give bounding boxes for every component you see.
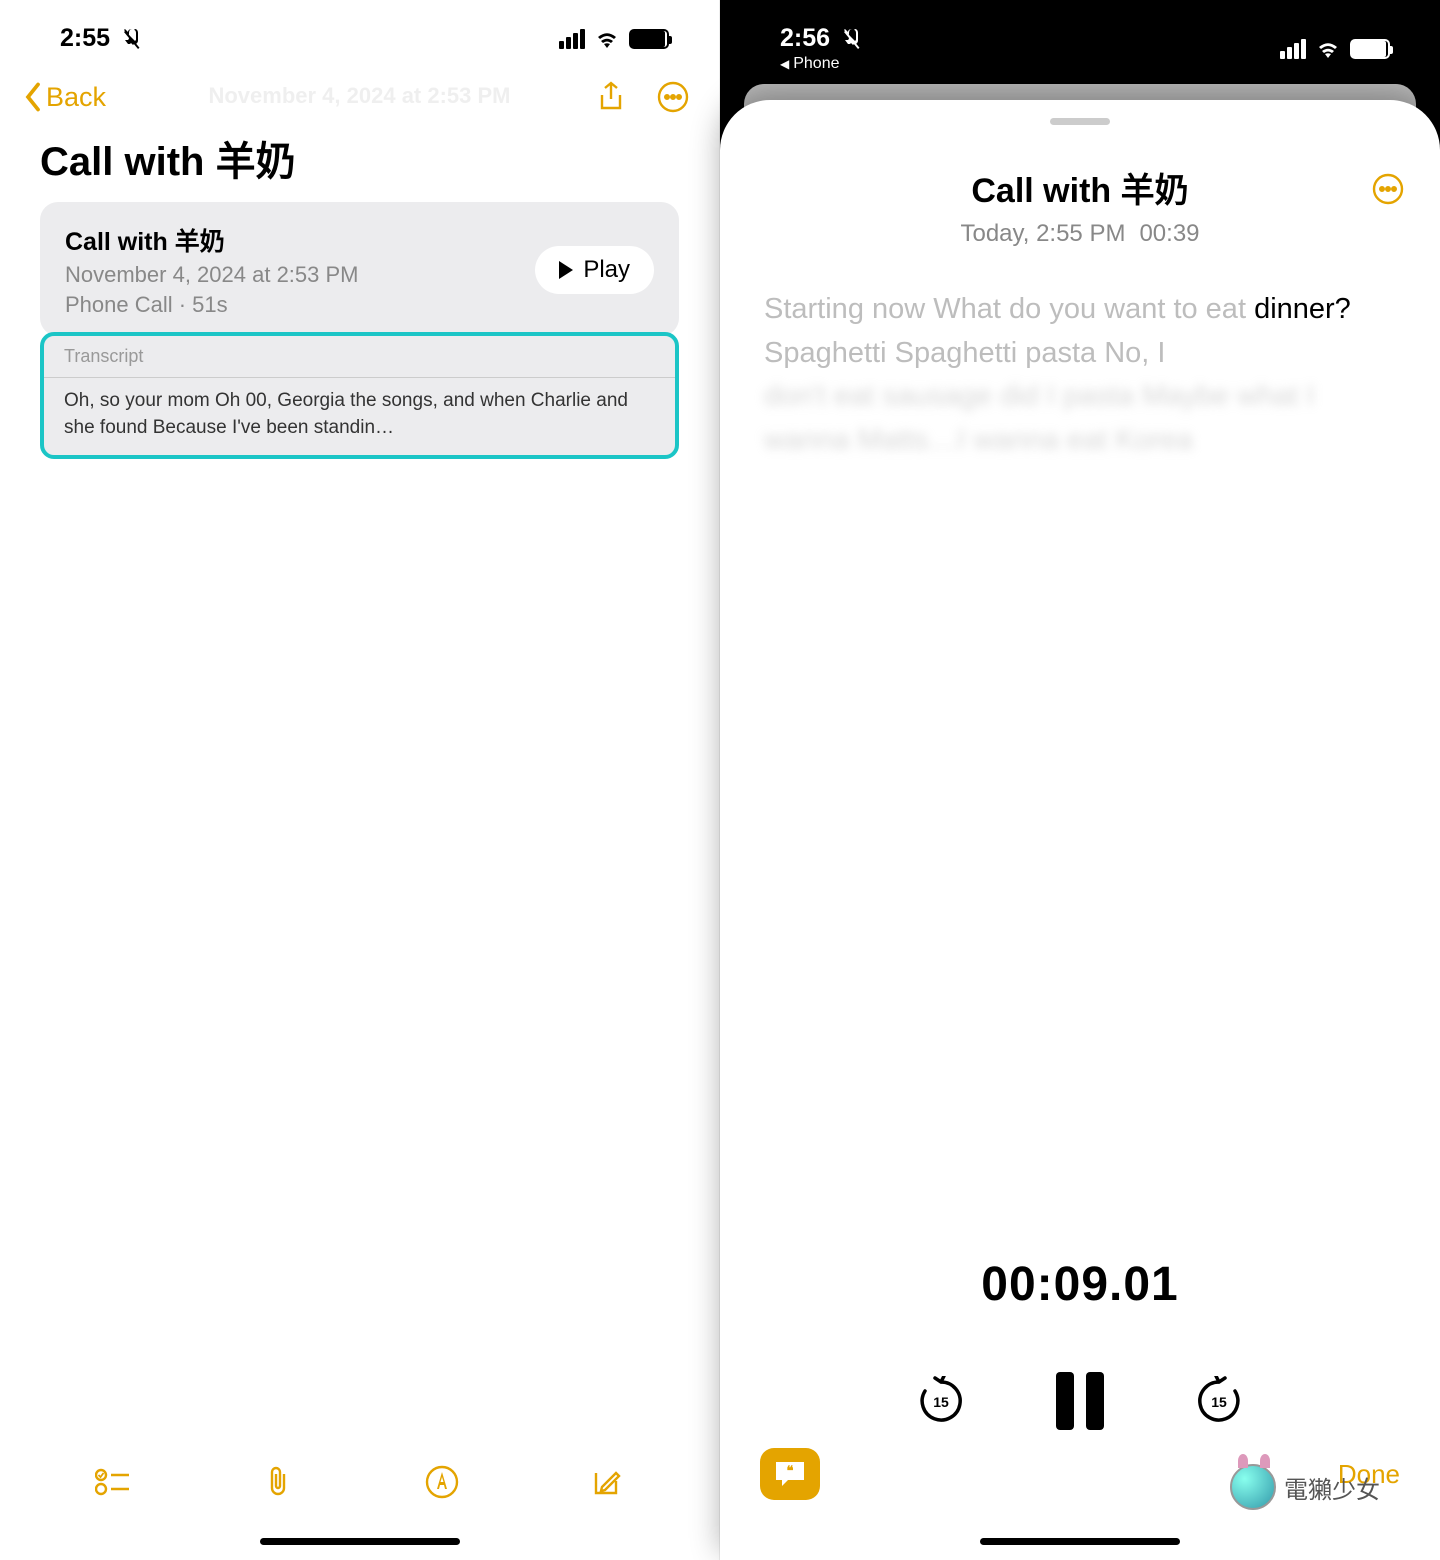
sheet-grabber[interactable] — [1050, 118, 1110, 125]
page-title: Call with 羊奶 — [0, 119, 719, 202]
transcript-active-word: dinner? — [1254, 293, 1351, 325]
watermark-avatar — [1230, 1464, 1276, 1510]
status-time: 2:55 — [60, 24, 110, 53]
play-icon — [559, 261, 573, 279]
compose-icon[interactable] — [590, 1465, 624, 1499]
playback-controls: 00:09.01 15 15 — [720, 1257, 1440, 1430]
transcript-blurred-line: don't eat sausage did I pasta Maybe what… — [764, 375, 1396, 462]
transcript-player-screen: 2:56 ◀ Phone Call with 羊奶 Today, 2:55 PM… — [720, 0, 1440, 1560]
quote-button[interactable]: ❝ — [760, 1448, 820, 1500]
watermark: 電獺少女 — [1230, 1464, 1380, 1510]
signal-icon — [1280, 39, 1306, 59]
mute-icon — [120, 27, 144, 51]
watermark-text: 電獺少女 — [1284, 1470, 1380, 1505]
transcript-sheet: Call with 羊奶 Today, 2:55 PM 00:39 Starti… — [720, 100, 1440, 1560]
status-bar: 2:56 ◀ Phone — [720, 0, 1440, 81]
card-meta: Phone Call · 51s — [65, 292, 535, 318]
playback-time: 00:09.01 — [720, 1257, 1440, 1312]
svg-text:❝: ❝ — [787, 1463, 794, 1478]
sheet-duration: 00:39 — [1139, 220, 1199, 248]
back-app-label: Phone — [793, 55, 839, 73]
transcript-card[interactable]: Transcript Oh, so your mom Oh 00, Georgi… — [40, 332, 679, 459]
notes-screen: 2:55 Back November 4, 2024 at 2:53 PM Ca… — [0, 0, 720, 1560]
attachment-icon[interactable] — [262, 1464, 294, 1500]
more-icon[interactable] — [1372, 173, 1404, 205]
signal-icon — [559, 29, 585, 49]
pause-button[interactable] — [1056, 1372, 1104, 1430]
checklist-icon[interactable] — [95, 1467, 131, 1497]
wifi-icon — [595, 30, 619, 48]
status-time: 2:56 — [780, 24, 830, 53]
transcript-before: Starting now What do you want to eat — [764, 293, 1254, 325]
status-bar: 2:55 — [0, 0, 719, 61]
transcript-after-1: Spaghetti Spaghetti pasta No, I — [764, 337, 1165, 369]
faded-date: November 4, 2024 at 2:53 PM — [0, 83, 719, 109]
play-button[interactable]: Play — [535, 246, 654, 294]
sheet-date: Today, 2:55 PM — [960, 220, 1125, 248]
recording-card[interactable]: Call with 羊奶 November 4, 2024 at 2:53 PM… — [40, 202, 679, 336]
transcript-text[interactable]: Starting now What do you want to eat din… — [720, 258, 1440, 492]
battery-icon — [629, 29, 669, 49]
card-title: Call with 羊奶 — [65, 222, 535, 258]
markup-icon[interactable] — [425, 1465, 459, 1499]
svg-text:15: 15 — [1211, 1394, 1227, 1410]
back-to-app-button[interactable]: ◀ Phone — [780, 55, 840, 73]
wifi-icon — [1316, 40, 1340, 58]
mute-icon — [840, 27, 864, 51]
home-indicator[interactable] — [980, 1538, 1180, 1545]
svg-text:15: 15 — [933, 1394, 949, 1410]
play-label: Play — [583, 256, 630, 284]
skip-forward-15-button[interactable]: 15 — [1194, 1376, 1244, 1426]
bottom-toolbar — [0, 1464, 719, 1500]
home-indicator[interactable] — [260, 1538, 460, 1545]
battery-icon — [1350, 39, 1390, 59]
quote-icon: ❝ — [774, 1460, 806, 1488]
skip-back-15-button[interactable]: 15 — [916, 1376, 966, 1426]
transcript-body: Oh, so your mom Oh 00, Georgia the songs… — [44, 378, 675, 455]
card-date: November 4, 2024 at 2:53 PM — [65, 262, 535, 288]
transcript-header: Transcript — [44, 336, 675, 378]
sheet-title: Call with 羊奶 — [760, 163, 1400, 212]
